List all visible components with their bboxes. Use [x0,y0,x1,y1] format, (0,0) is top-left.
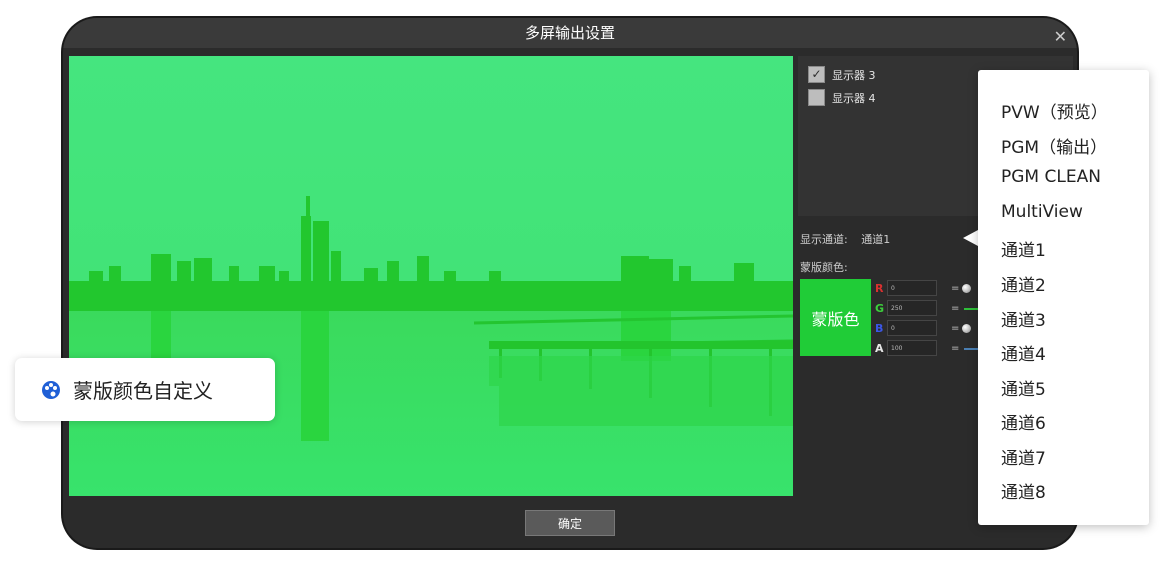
red-row: R 0 = [875,280,959,296]
dropdown-item-channel-3[interactable]: 通道3 [1001,306,1046,331]
palette-icon [42,380,60,399]
alpha-row: A 100 = [875,340,959,356]
dropdown-item-pgm-clean[interactable]: PGM CLEAN [1001,167,1101,187]
alpha-equals: = [951,342,960,354]
blue-letter: B [875,321,884,335]
alpha-slider[interactable] [964,348,978,350]
display-3-label: 显示器 3 [832,68,876,82]
green-input[interactable]: 250 [887,300,937,316]
display-3-checkbox[interactable]: ✓ [808,66,825,83]
blue-row: B 0 = [875,320,959,336]
dropdown-item-channel-8[interactable]: 通道8 [1001,478,1046,503]
dropdown-item-pvw[interactable]: PVW（预览） [1001,98,1108,123]
channel-dropdown-menu: PVW（预览） PGM（输出） PGM CLEAN MultiView 通道1 … [978,70,1149,525]
display-3-option[interactable]: ✓ 显示器 3 [808,66,876,83]
blue-input[interactable]: 0 [887,320,937,336]
green-slider[interactable] [964,308,978,310]
display-4-label: 显示器 4 [832,91,876,105]
red-letter: R [875,281,884,295]
dropdown-item-multiview[interactable]: MultiView [1001,202,1083,222]
red-equals: = [951,282,960,294]
close-icon[interactable]: ✕ [1054,22,1067,52]
dropdown-item-pgm[interactable]: PGM（输出） [1001,133,1107,158]
dropdown-item-channel-4[interactable]: 通道4 [1001,340,1046,365]
ok-button[interactable]: 确定 [525,510,615,536]
dropdown-item-channel-1[interactable]: 通道1 [1001,236,1046,261]
city-skyline-image [69,56,793,496]
blue-equals: = [951,322,960,334]
dropdown-item-channel-2[interactable]: 通道2 [1001,271,1046,296]
callout-text: 蒙版颜色自定义 [73,379,213,403]
mask-color-swatch[interactable]: 蒙版色 [800,279,871,356]
display-4-checkbox[interactable] [808,89,825,106]
dialog-title: 多屏输出设置 [524,24,615,42]
red-slider-handle[interactable] [962,284,971,293]
dropdown-pointer [963,230,978,246]
alpha-letter: A [875,341,884,355]
multi-screen-output-dialog: 多屏输出设置 ✕ ✓ 显示器 3 显示器 4 显示通道: 通道1 蒙版颜色: 蒙… [63,18,1077,548]
dialog-titlebar: 多屏输出设置 ✕ [63,18,1077,48]
display-4-option[interactable]: 显示器 4 [808,89,876,106]
dialog-footer: 确定 [63,502,1077,548]
green-equals: = [951,302,960,314]
green-letter: G [875,301,885,315]
mask-color-custom-callout: 蒙版颜色自定义 [15,358,275,421]
display-channel-select[interactable]: 通道1 [861,233,890,246]
preview-image [69,56,793,496]
dropdown-item-channel-6[interactable]: 通道6 [1001,409,1046,434]
dropdown-item-channel-7[interactable]: 通道7 [1001,444,1046,469]
dropdown-item-channel-5[interactable]: 通道5 [1001,375,1046,400]
alpha-input[interactable]: 100 [887,340,937,356]
red-input[interactable]: 0 [887,280,937,296]
display-channel-label: 显示通道: [800,233,848,246]
blue-slider-handle[interactable] [962,324,971,333]
green-row: G 250 = [875,300,959,316]
mask-color-label: 蒙版颜色: [800,261,848,274]
display-channel-row: 显示通道: 通道1 [800,231,890,247]
